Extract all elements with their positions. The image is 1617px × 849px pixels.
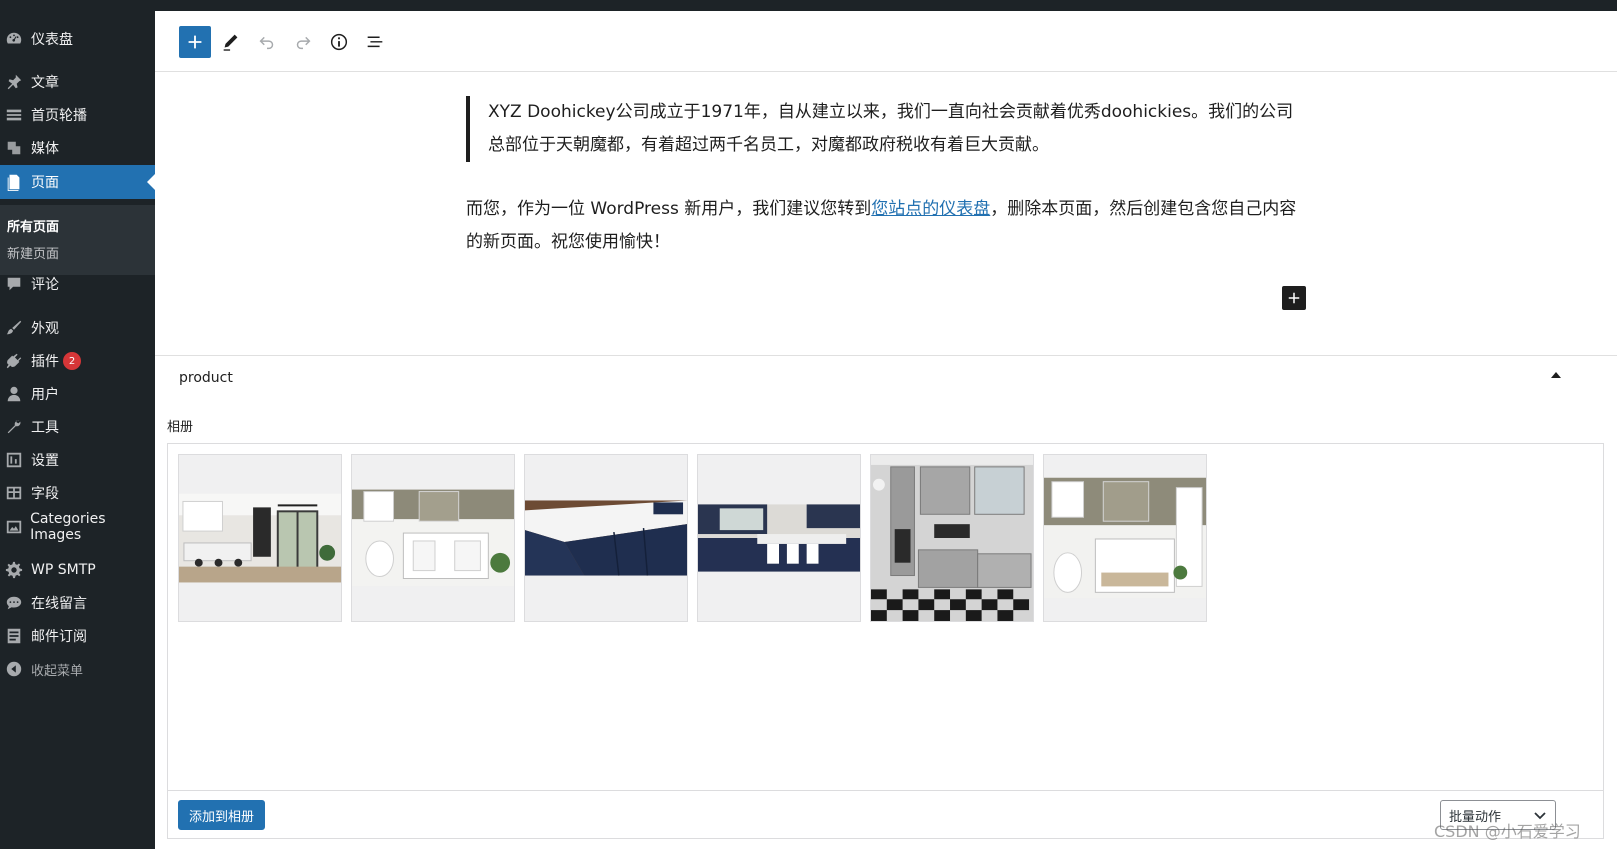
sidebar-item-media[interactable]: 媒体 bbox=[0, 131, 155, 165]
sidebar-item-label: 插件 bbox=[31, 354, 59, 370]
sidebar-item-categories-images[interactable]: Categories Images bbox=[0, 510, 155, 544]
gallery-footer: 添加到相册 批量动作 bbox=[168, 790, 1603, 838]
sidebar-item-plugins[interactable]: 插件 2 bbox=[0, 344, 155, 378]
bathroom-vanity-image bbox=[352, 489, 514, 587]
product-metabox: product 相册 添加到相册 批量动作 bbox=[155, 355, 1617, 849]
sidebar-item-label: 工具 bbox=[31, 420, 59, 436]
sidebar-item-label: WP SMTP bbox=[31, 562, 96, 578]
collapse-toggle-icon[interactable] bbox=[1551, 372, 1561, 378]
sidebar-item-appearance[interactable]: 外观 bbox=[0, 311, 155, 345]
add-block-button[interactable] bbox=[179, 26, 211, 58]
gallery-thumbnail[interactable] bbox=[1043, 454, 1207, 622]
sidebar-item-label: 收起菜单 bbox=[31, 663, 84, 679]
fields-icon bbox=[4, 483, 24, 503]
sidebar-item-label: 页面 bbox=[31, 175, 59, 191]
navy-island-image bbox=[525, 500, 687, 576]
sidebar-item-users[interactable]: 用户 bbox=[0, 377, 155, 411]
quote-block[interactable]: XYZ Doohickey公司成立于1971年，自从建立以来，我们一直向社会贡献… bbox=[466, 96, 1296, 162]
slides-icon bbox=[4, 105, 24, 125]
sidebar-item-comments[interactable]: 评论 bbox=[0, 267, 155, 301]
undo-button[interactable] bbox=[251, 26, 283, 58]
sidebar-item-settings[interactable]: 设置 bbox=[0, 443, 155, 477]
sidebar-item-slides[interactable]: 首页轮播 bbox=[0, 98, 155, 132]
sidebar-item-wp-smtp[interactable]: WP SMTP bbox=[0, 553, 155, 587]
kitchen-white-image bbox=[179, 493, 341, 583]
details-button[interactable] bbox=[323, 26, 355, 58]
sidebar-item-label: 媒体 bbox=[31, 141, 59, 157]
image-icon bbox=[4, 517, 23, 537]
sidebar-item-label: 设置 bbox=[31, 453, 59, 469]
gallery-thumbnail[interactable] bbox=[351, 454, 515, 622]
list-icon bbox=[4, 626, 24, 646]
sidebar-item-pages[interactable]: 页面 bbox=[0, 165, 155, 199]
plus-icon bbox=[188, 35, 202, 49]
brush-icon bbox=[4, 318, 24, 338]
album-gallery: 添加到相册 批量动作 bbox=[167, 443, 1604, 839]
update-count-badge: 2 bbox=[63, 352, 81, 370]
paragraph-block[interactable]: 而您，作为一位 WordPress 新用户，我们建议您转到您站点的仪表盘，删除本… bbox=[466, 193, 1306, 259]
sidebar-item-tools[interactable]: 工具 bbox=[0, 410, 155, 444]
metabox-title: product bbox=[179, 370, 233, 386]
media-icon bbox=[4, 138, 24, 158]
plus-icon bbox=[1288, 292, 1300, 304]
navy-kitchen-image bbox=[698, 504, 860, 572]
settings-icon bbox=[4, 450, 24, 470]
gallery-thumbnail[interactable] bbox=[178, 454, 342, 622]
info-icon bbox=[330, 33, 348, 51]
pages-submenu: 所有页面 新建页面 bbox=[0, 205, 155, 275]
list-view-button[interactable] bbox=[359, 26, 391, 58]
inline-add-block-button[interactable] bbox=[1282, 286, 1306, 310]
sidebar-item-posts[interactable]: 文章 bbox=[0, 65, 155, 99]
sidebar-item-fields[interactable]: 字段 bbox=[0, 476, 155, 510]
redo-button[interactable] bbox=[287, 26, 319, 58]
sidebar-item-label: Categories Images bbox=[30, 511, 106, 543]
sidebar-item-label: 首页轮播 bbox=[31, 108, 87, 124]
admin-bar bbox=[0, 0, 1617, 11]
user-icon bbox=[4, 384, 24, 404]
sidebar-item-label: 用户 bbox=[31, 387, 59, 403]
sidebar-item-subscription[interactable]: 邮件订阅 bbox=[0, 619, 155, 653]
redo-icon bbox=[296, 36, 311, 50]
sidebar-item-label: 邮件订阅 bbox=[31, 629, 87, 645]
plugin-icon bbox=[4, 351, 24, 371]
submenu-all-pages[interactable]: 所有页面 bbox=[7, 216, 59, 235]
submenu-new-page[interactable]: 新建页面 bbox=[7, 243, 59, 262]
album-label: 相册 bbox=[167, 420, 194, 435]
editor-toolbar bbox=[155, 11, 1617, 72]
chat-icon bbox=[4, 593, 24, 613]
pencil-icon bbox=[223, 34, 238, 51]
collapse-icon bbox=[4, 659, 24, 679]
dashboard-link[interactable]: 您站点的仪表盘 bbox=[871, 199, 990, 219]
watermark: CSDN @小石爱学习 bbox=[1434, 822, 1581, 841]
paragraph-text-before: 而您，作为一位 WordPress 新用户，我们建议您转到 bbox=[466, 199, 872, 219]
gallery-thumbnail[interactable] bbox=[870, 454, 1034, 622]
add-to-album-button[interactable]: 添加到相册 bbox=[178, 800, 266, 830]
admin-sidebar: 仪表盘 文章 首页轮播 媒体 页面 所有页面 新建页面 评论 外观 插件 2 用… bbox=[0, 11, 155, 849]
bathroom-vanity-2-image bbox=[1044, 477, 1206, 599]
outline-icon bbox=[367, 36, 383, 48]
edit-tool-button[interactable] bbox=[215, 26, 247, 58]
sidebar-item-online-message[interactable]: 在线留言 bbox=[0, 586, 155, 620]
sidebar-item-label: 在线留言 bbox=[31, 596, 87, 612]
undo-icon bbox=[259, 36, 274, 50]
sidebar-item-label: 仪表盘 bbox=[31, 32, 73, 48]
sidebar-item-label: 字段 bbox=[31, 486, 59, 502]
comment-icon bbox=[4, 274, 24, 294]
gallery-thumbnail[interactable] bbox=[524, 454, 688, 622]
quote-text: XYZ Doohickey公司成立于1971年，自从建立以来，我们一直向社会贡献… bbox=[488, 102, 1294, 155]
pin-icon bbox=[4, 72, 24, 92]
sidebar-item-label: 评论 bbox=[31, 277, 59, 293]
sidebar-item-dashboard[interactable]: 仪表盘 bbox=[0, 22, 155, 56]
wrench-icon bbox=[4, 417, 24, 437]
sidebar-item-label: 文章 bbox=[31, 75, 59, 91]
dashboard-icon bbox=[4, 29, 24, 49]
page-icon bbox=[4, 172, 24, 192]
sidebar-item-label: 外观 bbox=[31, 321, 59, 337]
gallery-thumbnail[interactable] bbox=[697, 454, 861, 622]
collapse-menu-button[interactable]: 收起菜单 bbox=[0, 652, 155, 686]
gear-icon bbox=[4, 560, 24, 580]
gray-kitchen-checker-image bbox=[871, 455, 1033, 621]
